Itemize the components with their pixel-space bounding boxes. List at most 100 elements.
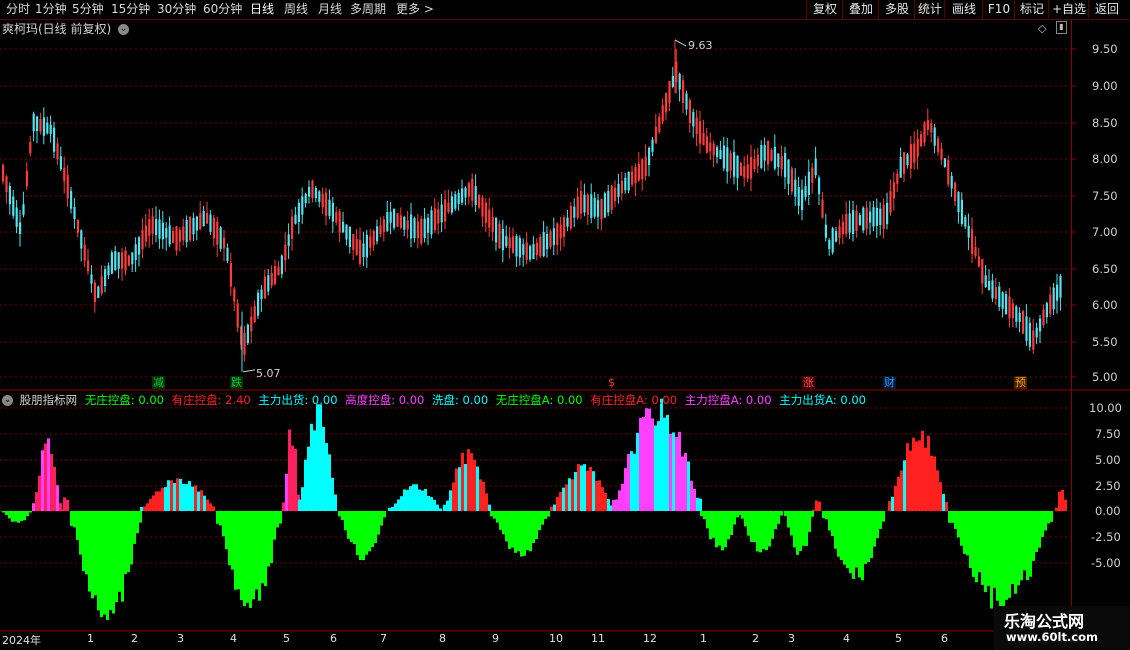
indicator-bar [730,511,733,536]
candle-body [569,205,572,229]
chevron-down-icon[interactable]: ⌄ [2,395,13,406]
candle-body [651,139,654,152]
candle-body [219,227,222,249]
indicator-bar [446,500,449,511]
indicator-bar [109,511,112,610]
indicator-bar [550,506,553,511]
indicator-bar [996,511,999,601]
indicator-bar [592,471,595,511]
candle-body [110,252,113,274]
indicator-bar [864,511,867,564]
indicator-bar [1005,511,1008,600]
candle-body [175,226,178,251]
indicator-bar [82,511,85,571]
candle-body [433,208,436,231]
indicator-bar [76,511,79,540]
candle-body [814,158,817,176]
indicator-bar [464,463,467,511]
indicator-bar [861,511,864,581]
candle-body [729,153,732,171]
candle-body [304,194,307,204]
candle-body [835,230,838,242]
indicator-bar [993,511,996,588]
indicator-bar [136,511,139,534]
indicator-bar [802,511,805,546]
indicator-bar [316,404,319,511]
candle-body [971,229,974,254]
candle-body [712,143,715,156]
candle-body [56,143,59,160]
indicator-tick: 0.00 [1095,504,1121,518]
candle-body [206,212,209,224]
candle-body [1045,303,1048,318]
candle-body [933,127,936,146]
indicator-bar [452,482,455,511]
indicator-bar [984,511,987,593]
date-tick: 6 [941,632,948,645]
date-tick: 4 [843,632,850,645]
event-marker-forecast[interactable]: 预 [1014,376,1027,389]
candle-body [369,236,372,248]
event-marker-dollar[interactable]: $ [607,376,616,389]
indicator-bar [615,499,618,511]
candle-body [1001,292,1004,309]
candle-body [355,239,358,255]
candle-body [277,266,280,276]
candle-body [906,154,909,165]
low-pointer [242,369,256,373]
candle-body [246,324,249,344]
candle-body [158,219,161,239]
event-marker-rise[interactable]: 涨 [802,376,815,389]
date-tick: 2024年 [2,634,41,647]
indicator-bar [544,511,547,519]
candle-body [1025,316,1028,341]
indicator-bar [11,511,14,522]
candle-body [124,250,127,271]
indicator-bar [267,511,270,567]
indicator-bar [470,453,473,511]
candle-body [899,156,902,178]
indicator-bar [143,506,146,511]
candle-body [328,199,331,216]
candle-body [59,156,62,170]
kline-chart[interactable] [0,0,1130,650]
legend-item: 有庄控盘A: 0.00 [590,393,678,407]
event-marker-finance[interactable]: 财 [883,376,896,389]
indicator-bar [595,480,598,511]
indicator-bar [700,511,703,516]
candle-body [430,210,433,235]
indicator-bar [285,473,288,511]
candle-body [22,204,25,215]
candle-body [722,145,725,169]
candle-body [940,148,943,160]
indicator-bar [780,511,783,516]
indicator-bar [840,511,843,561]
indicator-bar [439,508,442,511]
indicator-bar [876,511,879,539]
date-tick: 10 [549,632,563,645]
indicator-bar [750,511,753,543]
indicator-bar [115,511,118,603]
event-marker-reduce[interactable]: 减 [152,376,165,389]
indicator-bar [455,468,458,511]
candle-body [954,182,957,202]
indicator-bar [505,511,508,542]
candle-body [671,75,674,87]
indicator-bar [237,511,240,590]
indicator-bar [1032,511,1035,561]
candle-body [563,217,566,237]
indicator-bar [394,503,397,511]
indicator-bar [969,511,972,569]
candle-body [267,275,270,292]
candle-body [967,225,970,238]
candle-body [362,243,365,258]
date-tick: 4 [230,632,237,645]
candle-body [481,197,484,217]
indicator-bar [957,511,960,538]
event-marker-drop[interactable]: 跌 [230,376,243,389]
indicator-bar [657,421,660,511]
indicator-bar [374,511,377,544]
price-tick: 9.00 [1092,79,1118,93]
indicator-bar [879,511,882,529]
candle-body [692,112,695,127]
